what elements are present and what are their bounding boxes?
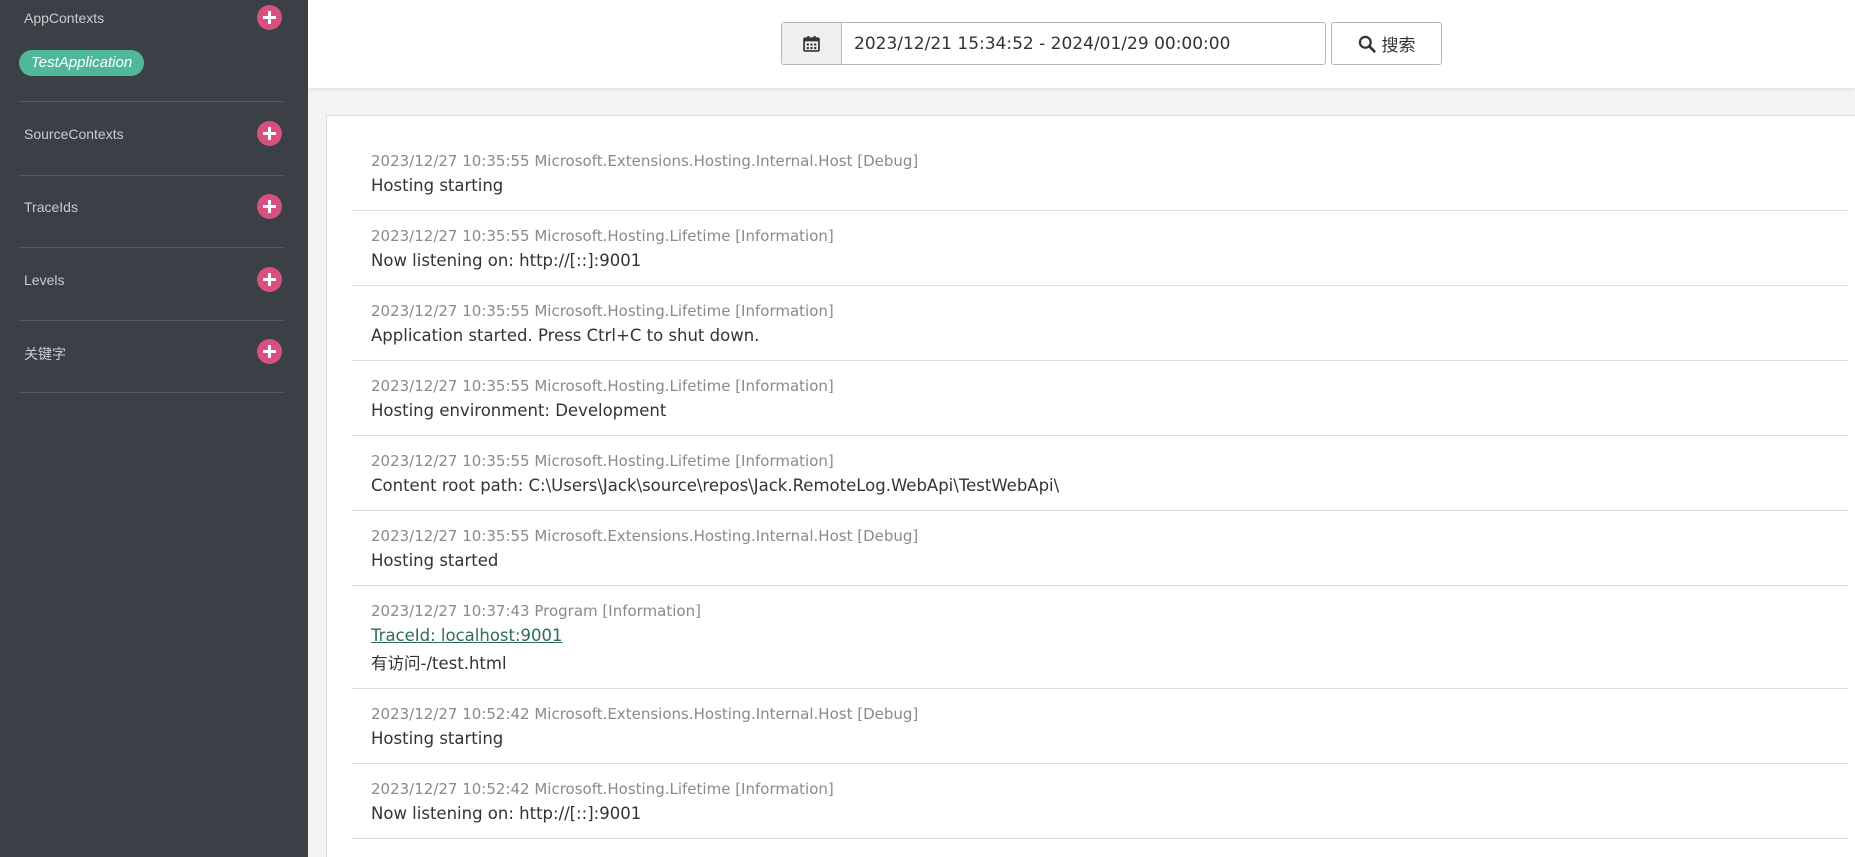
log-list: 2023/12/27 10:35:55 Microsoft.Extensions… — [352, 136, 1848, 839]
log-message: Application started. Press Ctrl+C to shu… — [371, 326, 760, 345]
sidebar-section-levels: Levels — [19, 262, 284, 321]
sidebar-section-label: 关键字 — [24, 346, 66, 362]
sidebar-section-appcontexts: AppContexts TestApplication — [19, 0, 284, 102]
log-meta: 2023/12/27 10:52:42 Microsoft.Extensions… — [371, 705, 919, 723]
log-meta: 2023/12/27 10:35:55 Microsoft.Hosting.Li… — [371, 302, 834, 320]
search-button[interactable]: 搜索 — [1331, 22, 1442, 65]
log-message: Hosting starting — [371, 176, 504, 195]
sidebar-section-traceids: TraceIds — [19, 189, 284, 248]
calendar-icon — [803, 36, 820, 52]
log-panel: 2023/12/27 10:35:55 Microsoft.Extensions… — [326, 115, 1855, 857]
appcontext-tag[interactable]: TestApplication — [19, 50, 145, 76]
log-meta: 2023/12/27 10:35:55 Microsoft.Hosting.Li… — [371, 452, 834, 470]
add-keyword-button[interactable] — [257, 339, 282, 364]
log-entry: 2023/12/27 10:35:55 Microsoft.Hosting.Li… — [352, 286, 1848, 361]
log-message: Now listening on: http://[::]:9001 — [371, 251, 642, 270]
add-appcontext-button[interactable] — [257, 5, 282, 30]
log-entry: 2023/12/27 10:35:55 Microsoft.Hosting.Li… — [352, 211, 1848, 286]
log-entry: 2023/12/27 10:37:43 Program [Information… — [352, 586, 1848, 689]
calendar-button[interactable] — [782, 23, 842, 64]
log-message: Hosting environment: Development — [371, 401, 667, 420]
log-meta: 2023/12/27 10:35:55 Microsoft.Extensions… — [371, 527, 919, 545]
log-entry: 2023/12/27 10:35:55 Microsoft.Extensions… — [352, 511, 1848, 586]
log-message: Hosting starting — [371, 729, 504, 748]
log-entry: 2023/12/27 10:35:55 Microsoft.Extensions… — [352, 136, 1848, 211]
search-icon — [1358, 35, 1376, 53]
sidebar: AppContexts TestApplication SourceContex… — [0, 0, 308, 857]
sidebar-section-sourcecontexts: SourceContexts — [19, 116, 284, 176]
search-button-label: 搜索 — [1381, 36, 1416, 56]
log-meta: 2023/12/27 10:35:55 Microsoft.Extensions… — [371, 152, 919, 170]
add-sourcecontext-button[interactable] — [257, 121, 282, 146]
sidebar-section-label: SourceContexts — [24, 126, 124, 142]
sidebar-section-label: TraceIds — [24, 199, 78, 215]
add-level-button[interactable] — [257, 267, 282, 292]
add-traceid-button[interactable] — [257, 194, 282, 219]
sidebar-section-label: Levels — [24, 272, 65, 288]
log-message: Hosting started — [371, 551, 499, 570]
log-message: Content root path: C:\Users\Jack\source\… — [371, 476, 1060, 495]
toolbar: 搜索 — [308, 0, 1855, 88]
log-meta: 2023/12/27 10:35:55 Microsoft.Hosting.Li… — [371, 377, 834, 395]
log-meta: 2023/12/27 10:52:42 Microsoft.Hosting.Li… — [371, 780, 834, 798]
log-entry: 2023/12/27 10:52:42 Microsoft.Hosting.Li… — [352, 764, 1848, 839]
sidebar-section-keywords: 关键字 — [19, 334, 284, 393]
log-message: Now listening on: http://[::]:9001 — [371, 804, 642, 823]
log-meta: 2023/12/27 10:37:43 Program [Information… — [371, 602, 701, 620]
log-meta: 2023/12/27 10:35:55 Microsoft.Hosting.Li… — [371, 227, 834, 245]
date-range-input[interactable] — [842, 23, 1325, 64]
log-entry: 2023/12/27 10:35:55 Microsoft.Hosting.Li… — [352, 361, 1848, 436]
log-message: 有访问-/test.html — [371, 654, 507, 673]
date-range-picker — [781, 22, 1326, 65]
log-entry: 2023/12/27 10:52:42 Microsoft.Extensions… — [352, 689, 1848, 764]
traceid-link[interactable]: TraceId: localhost:9001 — [371, 623, 1829, 649]
sidebar-section-label: AppContexts — [24, 10, 105, 26]
log-entry: 2023/12/27 10:35:55 Microsoft.Hosting.Li… — [352, 436, 1848, 511]
